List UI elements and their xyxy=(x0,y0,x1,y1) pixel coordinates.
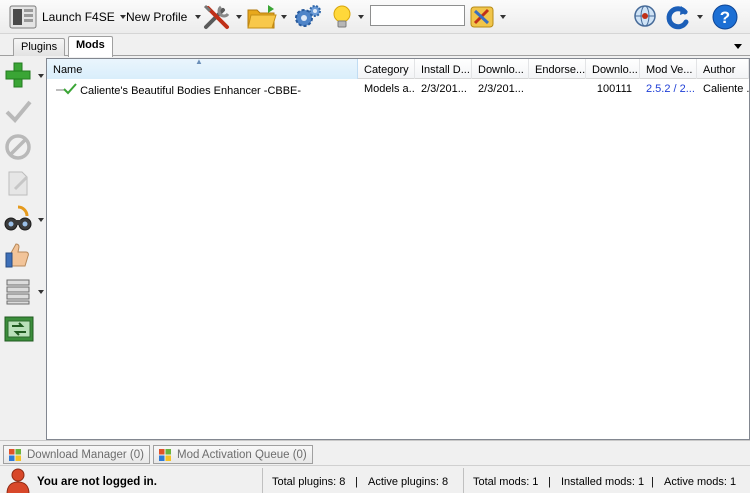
deactivate-mod-button[interactable] xyxy=(3,131,43,165)
launch-icon xyxy=(8,4,38,30)
total-mods-count: Total mods: 1 xyxy=(473,476,539,488)
mod-list-grid: Name ▲ Category Install D... Downlo... E… xyxy=(46,58,750,440)
active-plugins-count: Active plugins: 8 xyxy=(368,476,449,488)
mod-name: Caliente's Beautiful Bodies Enhancer -CB… xyxy=(80,85,302,97)
mod-endorsement-cell xyxy=(529,80,586,98)
column-label: Name xyxy=(53,64,83,76)
globe-icon xyxy=(630,3,660,31)
chevron-down-icon[interactable] xyxy=(281,15,287,19)
chevron-down-icon[interactable] xyxy=(697,15,703,19)
check-updates-button[interactable] xyxy=(3,203,44,237)
mod-author-cell: Caliente ... xyxy=(703,83,749,95)
settings-button[interactable] xyxy=(292,3,322,31)
mod-download-date-cell: 2/3/201... xyxy=(478,83,524,95)
tab-plugins[interactable]: Plugins xyxy=(13,38,66,56)
thumbs-up-icon xyxy=(3,240,33,273)
total-plugins-count: Total plugins: 8 xyxy=(272,476,346,488)
status-divider xyxy=(262,468,263,493)
status-divider xyxy=(463,468,464,493)
search-input[interactable] xyxy=(370,5,465,26)
tools-icon xyxy=(201,3,233,31)
user-icon[interactable] xyxy=(5,467,31,493)
login-status[interactable]: You are not logged in. xyxy=(37,476,157,488)
chevron-down-icon[interactable] xyxy=(38,290,44,294)
chevron-down-icon[interactable] xyxy=(358,15,364,19)
mod-actions-toolbar xyxy=(0,57,46,440)
profile-label: New Profile xyxy=(126,10,188,24)
active-mods-count: Active mods: 1 xyxy=(664,476,737,488)
status-bar: You are not logged in. Total plugins: 8 … xyxy=(0,465,750,493)
checkmark-icon xyxy=(3,96,33,129)
profile-selector[interactable]: New Profile xyxy=(126,3,202,31)
sort-ascending-icon: ▲ xyxy=(195,59,203,66)
column-header-author[interactable]: Author xyxy=(697,59,749,79)
nexus-button[interactable] xyxy=(630,3,660,31)
installed-mods-count: Installed mods: 1 xyxy=(561,476,645,488)
edit-document-icon xyxy=(3,168,33,201)
disable-icon xyxy=(3,132,33,165)
refresh-icon xyxy=(664,3,692,31)
table-row[interactable]: Caliente's Beautiful Bodies Enhancer -CB… xyxy=(47,80,749,98)
main-toolbar: Launch F4SE New Profile ? xyxy=(0,0,750,34)
categories-icon xyxy=(468,3,496,31)
list-icon xyxy=(3,276,33,309)
binoculars-icon xyxy=(3,204,33,237)
column-header-install-date[interactable]: Install D... xyxy=(415,59,472,79)
activate-mod-button[interactable] xyxy=(3,95,43,129)
export-icon xyxy=(3,314,35,347)
chevron-down-icon[interactable] xyxy=(119,15,126,19)
chevron-down-icon[interactable] xyxy=(38,218,44,222)
help-icon: ? xyxy=(710,3,740,31)
windows-icon xyxy=(9,448,21,461)
mod-install-date-cell: 2/3/201... xyxy=(421,83,467,95)
chevron-down-icon[interactable] xyxy=(734,44,742,49)
tools-button[interactable] xyxy=(201,3,242,31)
mod-version-cell: 2.5.2 / 2... xyxy=(646,83,695,95)
bottom-panel-tabs: Download Manager (0) Mod Activation Queu… xyxy=(0,440,750,464)
refresh-button[interactable] xyxy=(664,3,703,31)
column-header-mod-version[interactable]: Mod Ve... xyxy=(640,59,697,79)
categories-button[interactable] xyxy=(468,3,506,31)
column-header-name[interactable]: Name ▲ xyxy=(47,59,358,79)
tab-mods[interactable]: Mods xyxy=(68,36,113,57)
folder-icon xyxy=(246,3,278,31)
column-header-download-id[interactable]: Downlo... xyxy=(586,59,640,79)
chevron-down-icon[interactable] xyxy=(38,74,44,78)
tab-download-manager[interactable]: Download Manager (0) xyxy=(3,445,150,464)
tab-mod-activation-queue[interactable]: Mod Activation Queue (0) xyxy=(153,445,313,464)
status-separator: | xyxy=(548,476,551,488)
status-separator: | xyxy=(651,476,654,488)
tab-mod-activation-queue-label: Mod Activation Queue (0) xyxy=(177,448,307,461)
mod-download-id-cell: 100111 xyxy=(596,83,632,95)
active-checkmark-icon xyxy=(55,83,77,95)
mod-category-cell: Models a... xyxy=(364,83,415,95)
edit-readme-button[interactable] xyxy=(3,167,43,201)
endorse-button[interactable] xyxy=(3,239,43,273)
export-mod-list-button[interactable] xyxy=(3,313,43,347)
help-button[interactable]: ? xyxy=(710,3,740,31)
launch-game-button[interactable]: Launch F4SE xyxy=(8,3,126,31)
status-separator: | xyxy=(355,476,358,488)
windows-icon xyxy=(159,448,171,461)
column-header-download-date[interactable]: Downlo... xyxy=(472,59,529,79)
column-header-category[interactable]: Category xyxy=(358,59,415,79)
chevron-down-icon[interactable] xyxy=(236,15,242,19)
mod-name-cell: Caliente's Beautiful Bodies Enhancer -CB… xyxy=(49,80,358,98)
plus-icon xyxy=(3,60,33,93)
main-tabbar: Plugins Mods xyxy=(0,34,750,57)
gear-icon xyxy=(292,3,322,31)
categories-view-button[interactable] xyxy=(3,275,44,309)
tab-download-manager-label: Download Manager (0) xyxy=(27,448,144,461)
tips-button[interactable] xyxy=(330,3,364,31)
column-header-endorsement[interactable]: Endorse... xyxy=(529,59,586,79)
lightbulb-icon xyxy=(330,3,354,31)
chevron-down-icon[interactable] xyxy=(500,15,506,19)
launch-label: Launch F4SE xyxy=(42,10,115,24)
svg-text:?: ? xyxy=(720,8,730,27)
open-folder-button[interactable] xyxy=(246,3,287,31)
add-mod-button[interactable] xyxy=(3,59,44,93)
grid-header: Name ▲ Category Install D... Downlo... E… xyxy=(47,59,749,79)
